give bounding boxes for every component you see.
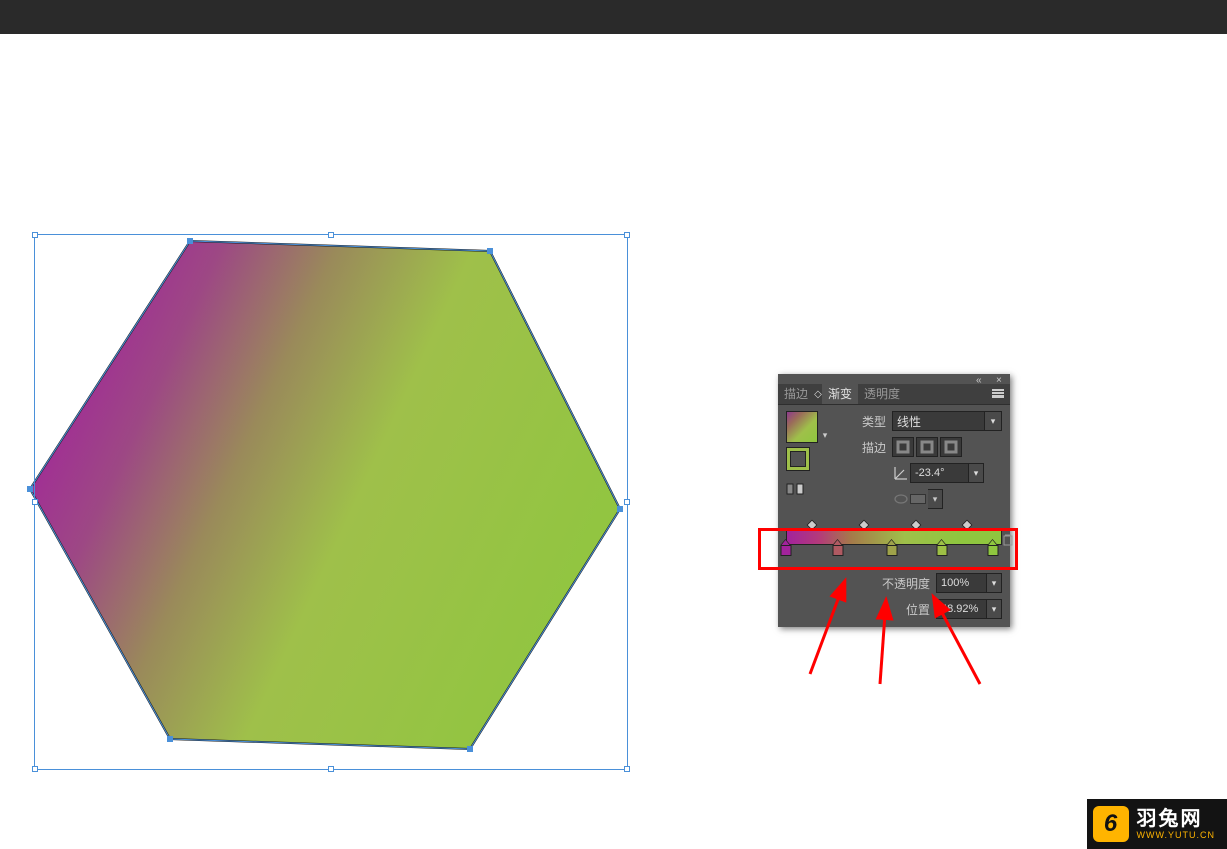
watermark-badge: 6 羽兔网 WWW.YUTU.CN [1087,799,1227,849]
watermark-name: 羽兔网 [1137,809,1216,829]
app-menu-bar[interactable] [0,0,1227,34]
bbox-handle-ml[interactable] [32,499,38,505]
opacity-label: 不透明度 [882,575,930,592]
angle-input[interactable]: -23.4° [910,463,984,483]
panel-menu-icon[interactable] [992,386,1008,400]
panel-tabs: 描边 ◇ 渐变 透明度 [778,384,1010,405]
bbox-handle-br[interactable] [624,766,630,772]
stroke-mode-within-button[interactable] [892,437,914,457]
stroke-gradient-mode-buttons [892,437,962,457]
annotation-highlight-stops [758,528,1018,570]
watermark-logo-icon: 6 [1093,806,1129,842]
gradient-type-select[interactable]: 线性 [892,411,1002,431]
aspect-ratio-input[interactable] [910,492,928,506]
tab-stroke[interactable]: 描边 [778,384,814,404]
bbox-handle-bl[interactable] [32,766,38,772]
position-value: 48.92% [941,603,978,615]
panel-collapse-icon[interactable] [976,375,988,383]
stroke-mode-across-button[interactable] [940,437,962,457]
tab-transparency[interactable]: 透明度 [858,384,906,404]
selection-bounding-box[interactable] [34,234,628,770]
dropdown-icon[interactable] [986,574,1001,592]
gradient-fill-swatch[interactable] [786,411,818,443]
panel-titlebar[interactable] [778,374,1010,384]
stroke-mode-along-button[interactable] [916,437,938,457]
position-input[interactable]: 48.92% [936,599,1002,619]
stroke-swatch[interactable] [786,447,810,471]
gradient-panel[interactable]: 描边 ◇ 渐变 透明度 类型 [778,374,1010,627]
aspect-ratio-icon [892,490,910,508]
watermark-url: WWW.YUTU.CN [1137,831,1216,840]
bbox-handle-mr[interactable] [624,499,630,505]
angle-icon [892,464,910,482]
tab-indicator-icon: ◇ [814,389,822,400]
stroke-label: 描边 [836,439,886,456]
opacity-value: 100% [941,577,969,589]
bbox-handle-tl[interactable] [32,232,38,238]
bbox-handle-tm[interactable] [328,232,334,238]
type-label: 类型 [836,413,886,430]
gradient-swatch-dropdown-icon[interactable] [820,411,830,441]
angle-value: -23.4° [915,467,944,479]
reverse-gradient-icon[interactable] [786,481,806,497]
canvas[interactable]: 描边 ◇ 渐变 透明度 类型 [0,34,1227,849]
opacity-input[interactable]: 100% [936,573,1002,593]
panel-close-icon[interactable] [996,375,1006,383]
dropdown-icon[interactable] [986,600,1001,618]
dropdown-icon[interactable] [984,412,1001,430]
gradient-type-value: 线性 [897,413,921,430]
tab-gradient[interactable]: 渐变 [822,384,858,404]
dropdown-icon[interactable]: ▾ [928,489,943,509]
position-label: 位置 [906,601,930,618]
bbox-handle-tr[interactable] [624,232,630,238]
dropdown-icon[interactable] [968,464,983,482]
bbox-handle-bm[interactable] [328,766,334,772]
